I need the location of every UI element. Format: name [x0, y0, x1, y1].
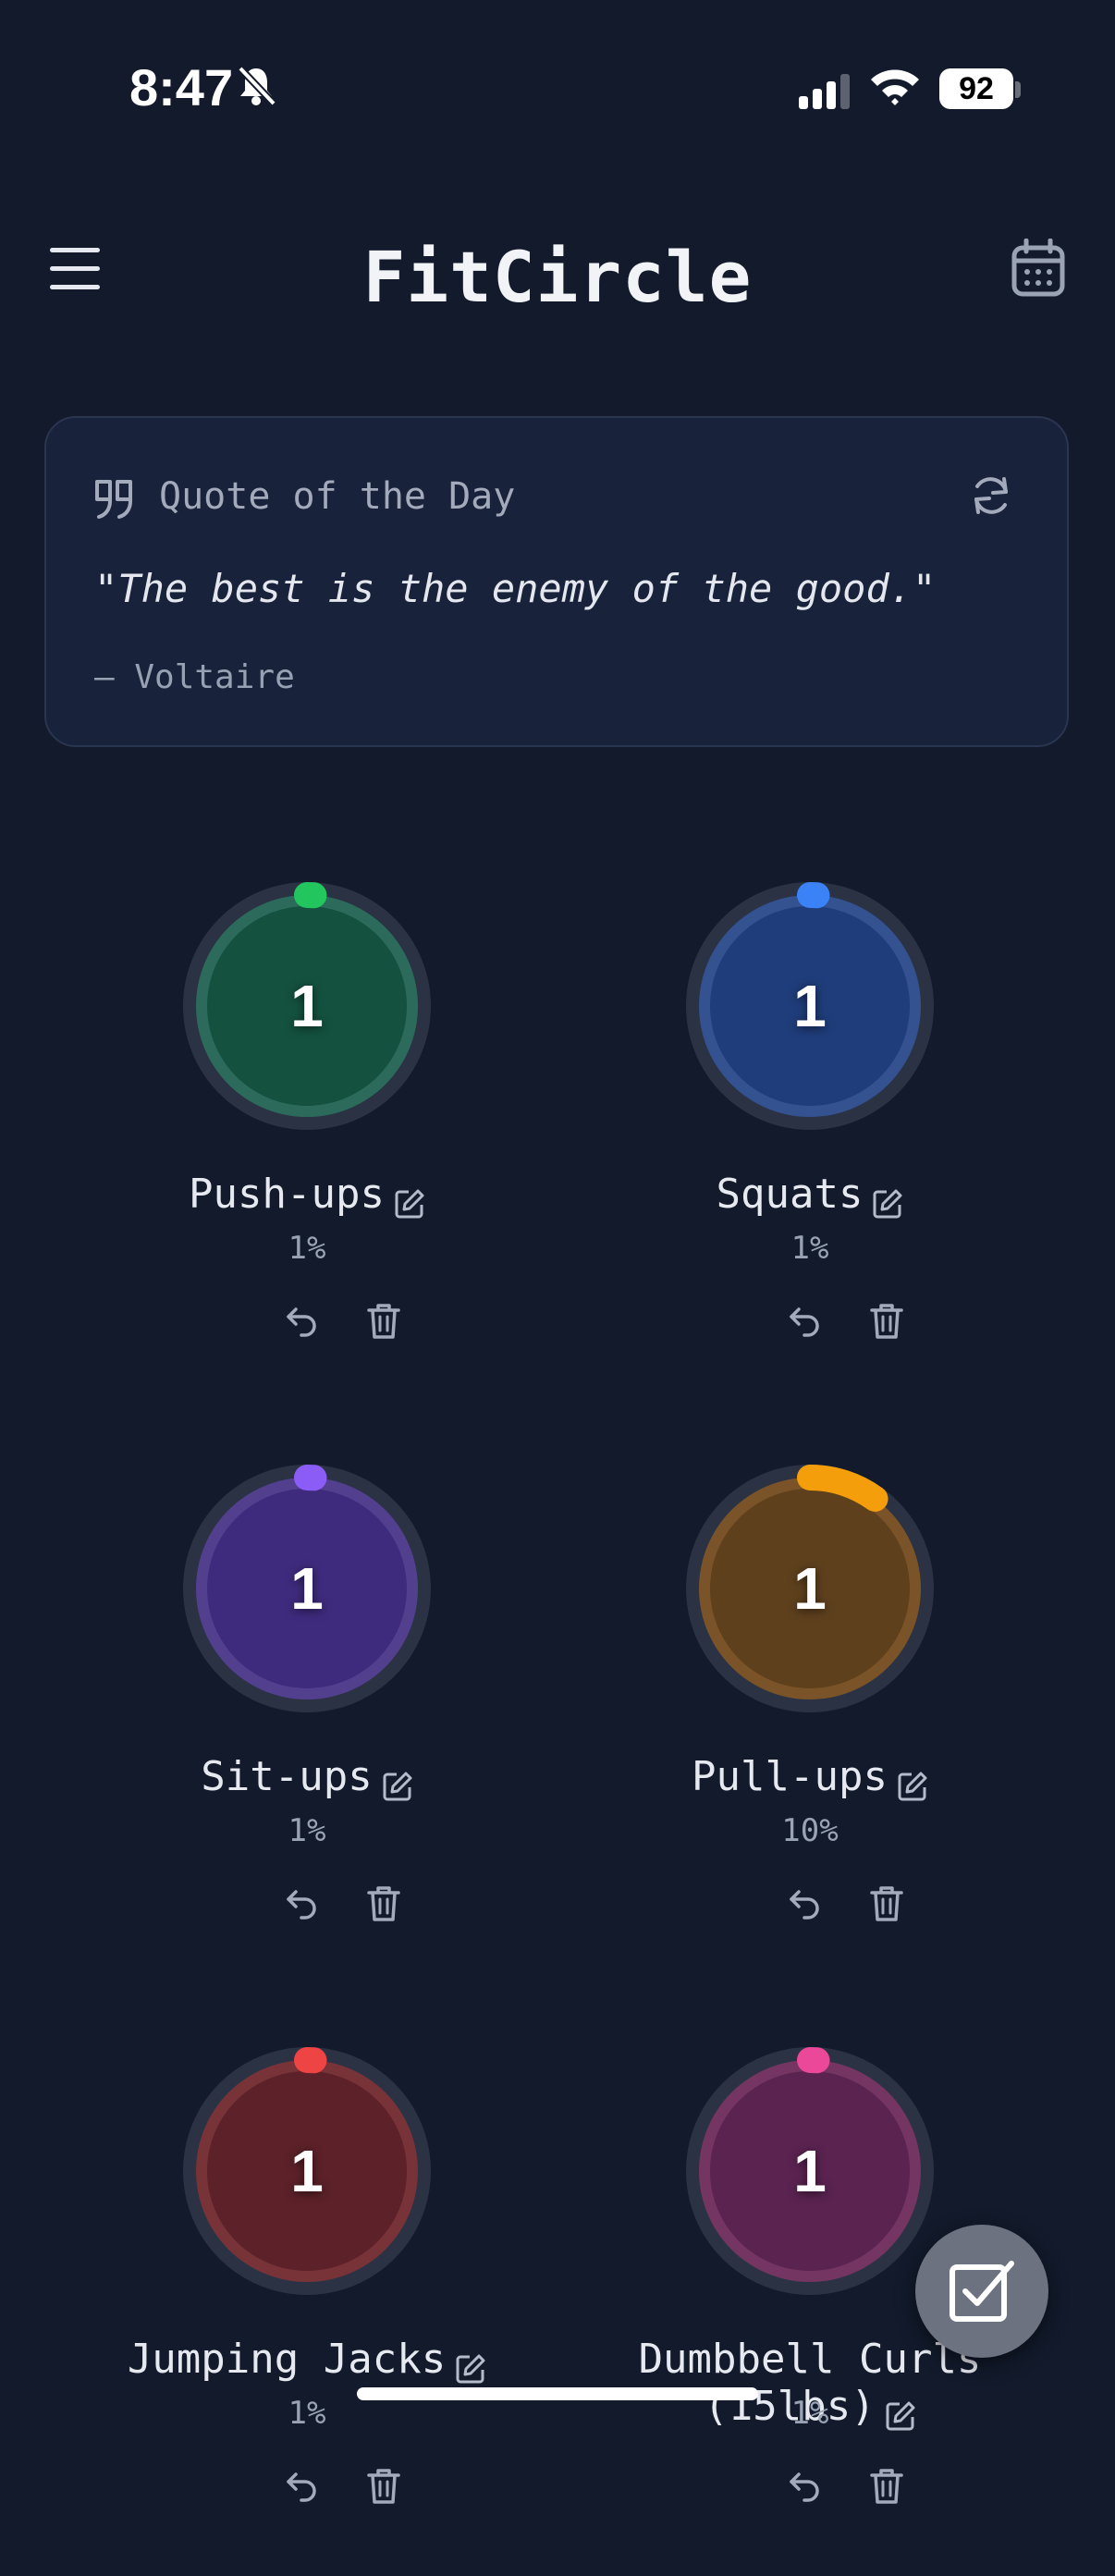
home-indicator [357, 2387, 758, 2400]
undo-icon[interactable] [283, 2467, 320, 2504]
exercise-name-row: Squats [558, 1171, 1061, 1220]
quote-label: Quote of the Day [159, 475, 516, 518]
counter-ring-button[interactable]: 1 [684, 1463, 936, 1714]
rep-count: 1 [290, 1555, 324, 1622]
quote-card: Quote of the Day "The best is the enemy … [44, 416, 1069, 747]
battery-indicator: 92 [939, 68, 1013, 109]
exercise-percent: 1% [288, 2395, 326, 2432]
trash-icon[interactable] [869, 1302, 904, 1341]
exercise-name-row: Pull-ups [558, 1753, 1061, 1802]
rep-count: 1 [793, 973, 827, 1039]
exercise-percent: 1% [790, 1230, 829, 1267]
trash-icon[interactable] [366, 1884, 401, 1923]
undo-icon[interactable] [283, 1302, 320, 1339]
edit-icon[interactable] [382, 1771, 413, 1802]
rep-count: 1 [793, 2138, 827, 2204]
rep-count: 1 [793, 1555, 827, 1622]
exercise-name: Push-ups [189, 1171, 385, 1218]
counter-ring-button[interactable]: 1 [181, 880, 433, 1132]
undo-icon[interactable] [786, 2467, 823, 2504]
exercise-tracker: 1 Push-ups 1% [55, 875, 573, 1411]
edit-icon[interactable] [394, 1188, 425, 1220]
exercise-tracker: 1 Jumping Jacks 1% [55, 2040, 573, 2576]
edit-icon[interactable] [897, 1771, 928, 1802]
checkbox-icon [950, 2261, 1014, 2322]
edit-icon[interactable] [455, 2353, 486, 2385]
edit-icon[interactable] [872, 1188, 903, 1220]
complete-workout-button[interactable] [915, 2225, 1048, 2358]
exercise-name: Sit-ups [201, 1753, 373, 1800]
trash-icon[interactable] [869, 2467, 904, 2506]
trash-icon[interactable] [366, 1302, 401, 1341]
status-bar: 8:47 92 [0, 0, 1115, 176]
app-title: FitCircle [362, 236, 753, 318]
trash-icon[interactable] [366, 2467, 401, 2506]
bell-muted-icon [238, 66, 276, 105]
quote-author: — Voltaire [94, 658, 295, 696]
exercise-percent: 10% [781, 1812, 839, 1849]
exercise-percent: 1% [790, 2395, 829, 2432]
quote-icon [95, 480, 132, 519]
rep-count: 1 [290, 2138, 324, 2204]
undo-icon[interactable] [786, 1302, 823, 1339]
undo-icon[interactable] [786, 1884, 823, 1921]
exercise-percent: 1% [288, 1230, 326, 1267]
exercise-tracker: 1 Squats 1% [558, 875, 1076, 1411]
exercise-name-row: Push-ups [55, 1171, 558, 1220]
counter-ring-button[interactable]: 1 [684, 880, 936, 1132]
counter-ring-button[interactable]: 1 [181, 1463, 433, 1714]
undo-icon[interactable] [283, 1884, 320, 1921]
exercise-name: Jumping Jacks [127, 2336, 447, 2383]
rep-count: 1 [290, 973, 324, 1039]
exercise-percent: 1% [288, 1812, 326, 1849]
exercise-tracker: 1 Pull-ups 10% [558, 1457, 1076, 1993]
trash-icon[interactable] [869, 1884, 904, 1923]
exercise-name: Pull-ups [692, 1753, 888, 1800]
battery-tip [1015, 81, 1021, 98]
counter-ring-button[interactable]: 1 [181, 2045, 433, 2297]
status-time: 8:47 [129, 58, 234, 117]
exercise-name-row: Jumping Jacks [55, 2336, 558, 2385]
exercise-name-row: Sit-ups [55, 1753, 558, 1802]
refresh-icon[interactable] [969, 473, 1013, 518]
counter-ring-button[interactable]: 1 [684, 2045, 936, 2297]
exercise-name: Squats [716, 1171, 864, 1218]
quote-text: "The best is the enemy of the good." [94, 566, 937, 611]
signal-icon [799, 74, 850, 109]
wifi-icon [871, 69, 919, 105]
calendar-icon[interactable] [1011, 239, 1065, 298]
exercise-tracker: 1 Sit-ups 1% [55, 1457, 573, 1993]
